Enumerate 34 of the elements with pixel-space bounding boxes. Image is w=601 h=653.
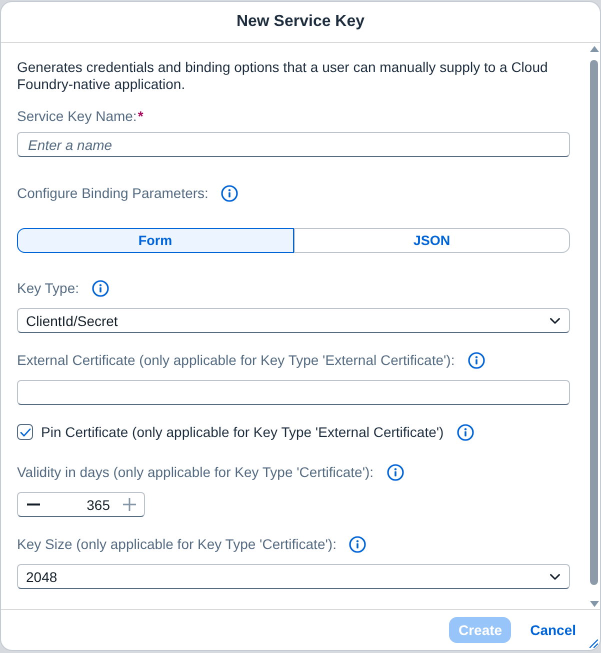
- info-icon[interactable]: [92, 280, 110, 296]
- info-icon[interactable]: [456, 424, 474, 440]
- dialog-button[interactable]: Cancel: [519, 617, 587, 643]
- info-icon[interactable]: [386, 464, 404, 480]
- dropdown[interactable]: 2048: [17, 564, 570, 589]
- segment-button[interactable]: JSON: [294, 228, 570, 253]
- dialog-title: New Service Key: [236, 13, 365, 31]
- description-text: Generates credentials and binding options that a user can manually supply to a Cloud Foundry-native application.: [17, 59, 549, 93]
- checkmark-icon: [20, 428, 30, 436]
- field-label: Service Key Name:: [17, 108, 137, 124]
- scrollbar-thumb[interactable]: [590, 60, 598, 585]
- info-icon[interactable]: [468, 352, 485, 368]
- field-label: Validity in days (only applicable for Key Type 'Certificate'):: [17, 464, 374, 480]
- chevron-down-icon: [550, 574, 560, 580]
- step-input[interactable]: 365: [17, 492, 145, 517]
- scroll-up-arrow-icon[interactable]: [590, 46, 598, 52]
- resize-handle-icon[interactable]: [589, 639, 598, 648]
- dropdown[interactable]: ClientId/Secret: [17, 308, 570, 333]
- required-asterisk: *: [138, 108, 144, 124]
- plus-icon: [122, 498, 136, 511]
- chevron-down-icon: [550, 318, 560, 324]
- info-icon[interactable]: [221, 184, 238, 202]
- text-input[interactable]: [17, 380, 570, 405]
- segment-button[interactable]: Form: [17, 228, 294, 253]
- field-label: Configure Binding Parameters:: [17, 185, 208, 201]
- text-input[interactable]: Enter a name: [17, 132, 570, 157]
- field-label: Key Size (only applicable for Key Type 'Certificate'):: [17, 536, 336, 552]
- checkbox-label: Pin Certificate (only applicable for Key Type 'External Certificate'): [41, 424, 444, 440]
- field-label: Key Type:: [17, 280, 80, 296]
- scroll-down-arrow-icon[interactable]: [590, 601, 598, 607]
- field-label: External Certificate (only applicable for Key Type 'External Certificate'):: [17, 352, 455, 368]
- step-value: 365: [86, 496, 111, 512]
- checkbox[interactable]: [17, 424, 33, 440]
- info-icon[interactable]: [349, 536, 366, 552]
